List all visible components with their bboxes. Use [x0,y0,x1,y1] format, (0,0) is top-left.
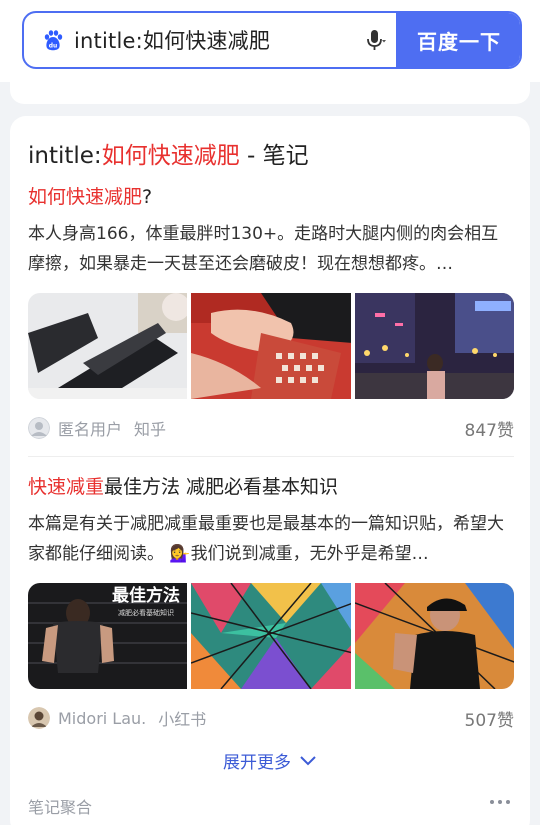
thumbnail-woman-cap[interactable] [354,583,514,689]
thumbnail-colorful-gym[interactable] [191,583,351,689]
notes-aggregate-label: 笔记聚合 [28,798,93,817]
result-title-rest: 最佳方法 减肥必看基本知识 [104,476,339,498]
thumbnail-strip[interactable]: 最佳方法 减肥必看基础知识 [28,583,514,689]
previous-card-bottom [10,80,530,104]
result-title-rest: ? [142,186,153,208]
source-name: 知乎 [134,420,167,439]
list-item[interactable]: 如何快速减肥? 本人身高166，体重最胖时130+。走路时大腿内侧的肉会相互摩擦… [28,182,514,441]
voice-input-icon[interactable] [358,20,392,60]
result-title-highlight: 快速减重 [28,476,105,498]
thumbnail-strip[interactable] [28,293,514,399]
anonymous-avatar-icon [28,417,50,439]
search-button[interactable]: 百度一下 [396,13,520,67]
card-title[interactable]: intitle:如何快速减肥 - 笔记 [28,136,309,170]
list-item[interactable]: 快速减重最佳方法 减肥必看基本知识 本篇是有关于减肥减重最重要也是最基本的一篇知… [28,472,514,731]
thumbnail-sitting-red[interactable] [191,293,351,399]
source-name: 小红书 [158,710,207,729]
result-title-highlight: 如何快速减肥 [28,186,143,208]
expand-more-label: 展开更多 [223,753,291,773]
thumbnail-fitness-cover[interactable]: 最佳方法 减肥必看基础知识 [28,583,188,689]
svg-text:最佳方法: 最佳方法 [112,585,180,606]
search-header: du intitle:如何快速减肥 百度一下 [0,0,540,82]
thumbnail-legs-jeans[interactable] [28,293,188,399]
card-title-prefix: intitle: [28,143,102,169]
expand-more-button[interactable]: 展开更多 [10,748,530,773]
svg-text:减肥必看基础知识: 减肥必看基础知识 [118,608,174,617]
author-name[interactable]: Midori Lau. [58,709,146,728]
search-box[interactable]: du intitle:如何快速减肥 百度一下 [22,11,522,69]
more-options-icon[interactable] [490,800,510,804]
result-meta: Midori Lau. 小红书 507赞 [28,706,514,731]
like-count: 507赞 [464,710,514,731]
card-title-highlight: 如何快速减肥 [101,143,240,169]
thumbnail-night-street[interactable] [354,293,514,399]
result-description: 本篇是有关于减肥减重最重要也是最基本的一篇知识贴，希望大家都能仔细阅读。 💁‍♀… [28,514,504,564]
baidu-paw-icon: du [40,27,66,53]
result-description: 本人身高166，体重最胖时130+。走路时大腿内侧的肉会相互摩擦，如果暴走一天甚… [28,224,499,274]
svg-text:du: du [49,43,58,50]
like-count: 847赞 [464,420,514,441]
result-title[interactable]: 快速减重最佳方法 减肥必看基本知识 [28,472,514,499]
result-title[interactable]: 如何快速减肥? [28,182,514,209]
search-input[interactable]: intitle:如何快速减肥 [74,25,358,55]
user-avatar [28,707,50,729]
notes-result-card: intitle:如何快速减肥 - 笔记 如何快速减肥? 本人身高166，体重最胖… [10,116,530,825]
author-name[interactable]: 匿名用户 [58,416,122,440]
result-meta: 匿名用户 知乎 847赞 [28,416,514,441]
chevron-down-icon [300,755,316,765]
card-title-suffix: - 笔记 [239,143,309,169]
divider [28,456,514,457]
